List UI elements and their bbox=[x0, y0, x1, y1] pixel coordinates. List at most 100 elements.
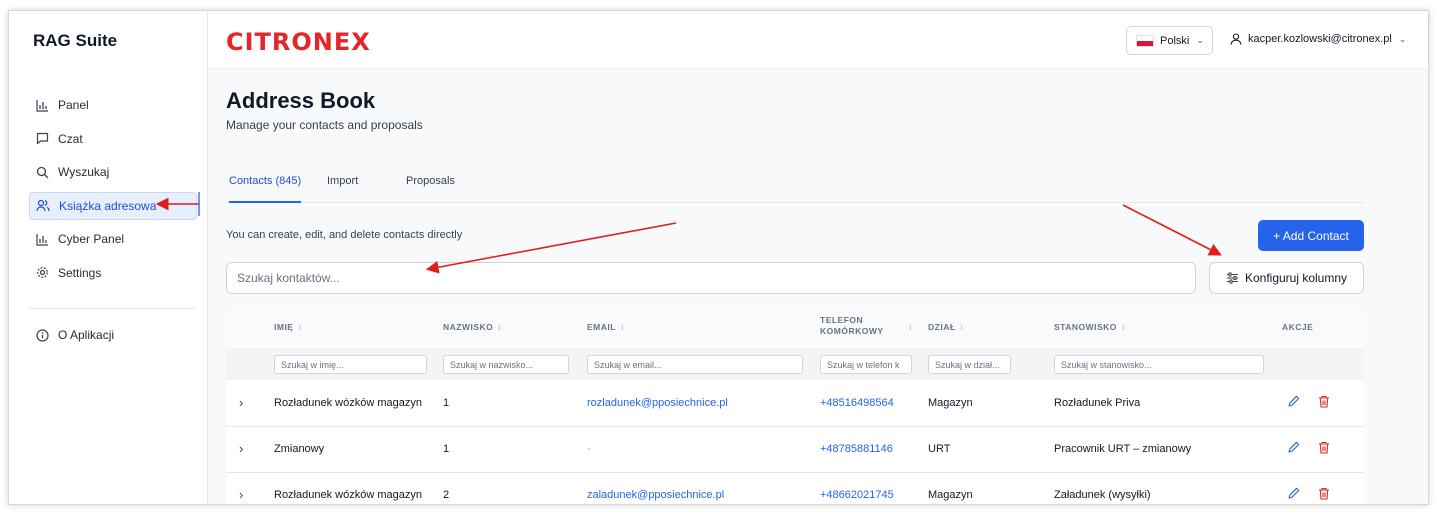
sidebar-item-label: Książka adresowa bbox=[59, 198, 157, 213]
search-icon bbox=[35, 165, 49, 179]
column-header-nazwisko[interactable]: NAZWISKO ↕ bbox=[443, 322, 502, 332]
sidebar-item-panel[interactable]: Panel bbox=[29, 91, 197, 119]
sidebar-item-label: Wyszukaj bbox=[58, 165, 110, 179]
chevron-down-icon: ⌄ bbox=[1196, 35, 1204, 45]
page-subtitle: Manage your contacts and proposals bbox=[226, 118, 423, 132]
cell-phone-link[interactable]: +48516498564 bbox=[820, 397, 894, 409]
contacts-table: IMIĘ ↕ NAZWISKO ↕ EMAIL ↕ TELEFON KOMÓRKOWY … bbox=[226, 306, 1364, 504]
sort-icon: ↕ bbox=[1120, 322, 1126, 332]
sort-icon: ↕ bbox=[497, 322, 503, 332]
cell-dzial: URT bbox=[928, 443, 951, 455]
cell-stanowisko: Załadunek (wysyłki) bbox=[1054, 489, 1151, 501]
tab-proposals[interactable]: Proposals bbox=[406, 175, 455, 203]
app-brand: RAG Suite bbox=[33, 31, 118, 50]
sidebar-item-wyszukaj[interactable]: Wyszukaj bbox=[29, 158, 197, 186]
user-icon bbox=[1230, 33, 1242, 45]
filter-dzial-input[interactable] bbox=[928, 355, 1011, 374]
chevron-down-icon: ⌄ bbox=[1398, 33, 1407, 44]
column-header-stanowisko[interactable]: STANOWISKO ↕ bbox=[1054, 322, 1126, 332]
user-email: kacper.kozlowski@citronex.pl bbox=[1248, 33, 1392, 45]
main-content: Address Book Manage your contacts and pr… bbox=[208, 69, 1428, 504]
cell-nazwisko: 1 bbox=[443, 397, 450, 409]
sidebar-item-settings[interactable]: Settings bbox=[29, 259, 197, 287]
delete-trash-icon[interactable] bbox=[1318, 487, 1330, 504]
language-label: Polski bbox=[1160, 34, 1190, 47]
sort-icon: ↕ bbox=[619, 322, 625, 332]
cell-dzial: Magazyn bbox=[928, 489, 973, 501]
column-header-akcje: AKCJE bbox=[1282, 322, 1314, 332]
table-row[interactable]: › Rozładunek wózków magazyn 2 zaladunek@… bbox=[226, 473, 1364, 504]
cell-phone-link[interactable]: +48785881146 bbox=[820, 443, 893, 455]
filter-email-input[interactable] bbox=[587, 355, 803, 374]
info-icon bbox=[35, 328, 49, 342]
configure-columns-button[interactable]: Konfiguruj kolumny bbox=[1209, 262, 1364, 294]
cell-dzial: Magazyn bbox=[928, 397, 973, 409]
company-logo: CITRONEX bbox=[226, 28, 371, 56]
cell-nazwisko: 1 bbox=[443, 443, 450, 455]
page-title: Address Book bbox=[226, 88, 376, 113]
delete-trash-icon[interactable] bbox=[1318, 441, 1330, 459]
column-header-dzial[interactable]: DZIAŁ ↕ bbox=[928, 322, 964, 332]
sliders-icon bbox=[1226, 272, 1239, 284]
sidebar: RAG Suite Panel Czat Wyszukaj Książka ad… bbox=[9, 11, 208, 504]
cell-stanowisko: Pracownik URT – zmianowy bbox=[1054, 443, 1192, 455]
column-header-imie[interactable]: IMIĘ ↕ bbox=[274, 322, 302, 332]
column-header-email[interactable]: EMAIL ↕ bbox=[587, 322, 625, 332]
bar-chart-icon bbox=[35, 98, 49, 112]
filter-nazwisko-input[interactable] bbox=[443, 355, 569, 374]
filter-row bbox=[226, 348, 1364, 380]
chevron-right-icon[interactable]: › bbox=[239, 441, 243, 456]
tab-contacts[interactable]: Contacts (845) bbox=[229, 175, 302, 203]
edit-pencil-icon[interactable] bbox=[1287, 395, 1300, 413]
sidebar-divider bbox=[29, 308, 195, 309]
bar-chart-icon bbox=[35, 232, 49, 246]
contacts-search-input[interactable] bbox=[226, 262, 1196, 294]
cell-stanowisko: Rozładunek Priva bbox=[1054, 397, 1141, 409]
cell-email-link[interactable]: rozladunek@pposiechnice.pl bbox=[587, 397, 728, 409]
sidebar-item-cyber-panel[interactable]: Cyber Panel bbox=[29, 225, 197, 253]
sort-icon: ↕ bbox=[908, 322, 913, 332]
cell-email-link[interactable]: zaladunek@pposiechnice.pl bbox=[587, 489, 724, 501]
table-row[interactable]: › Rozładunek wózków magazyn 1 rozladunek… bbox=[226, 381, 1364, 427]
contacts-hint: You can create, edit, and delete contact… bbox=[226, 229, 463, 241]
tab-import[interactable]: Import bbox=[327, 175, 358, 203]
column-header-telefon[interactable]: TELEFON KOMÓRKOWY bbox=[820, 315, 884, 337]
sidebar-item-label: Panel bbox=[58, 98, 89, 112]
table-row[interactable]: › Zmianowy 1 - +48785881146 URT Pracowni… bbox=[226, 427, 1364, 473]
sidebar-item-o-aplikacji[interactable]: O Aplikacji bbox=[29, 321, 197, 349]
cell-nazwisko: 2 bbox=[443, 489, 450, 501]
cell-phone-link[interactable]: +48662021745 bbox=[820, 489, 894, 501]
filter-stanowisko-input[interactable] bbox=[1054, 355, 1264, 374]
cell-imie: Zmianowy bbox=[274, 443, 325, 455]
chevron-right-icon[interactable]: › bbox=[239, 487, 243, 502]
sidebar-item-label: Cyber Panel bbox=[58, 232, 125, 246]
delete-trash-icon[interactable] bbox=[1318, 395, 1330, 413]
sort-icon: ↕ bbox=[297, 322, 303, 332]
sidebar-about: O Aplikacji bbox=[29, 321, 197, 355]
cell-email-empty: - bbox=[587, 443, 591, 455]
chat-icon bbox=[35, 132, 49, 146]
chevron-right-icon[interactable]: › bbox=[239, 395, 243, 410]
sidebar-item-label: Settings bbox=[58, 265, 102, 280]
sidebar-item-label: Czat bbox=[58, 131, 83, 146]
app-window: RAG Suite Panel Czat Wyszukaj Książka ad… bbox=[8, 10, 1429, 505]
filter-imie-input[interactable] bbox=[274, 355, 427, 374]
configure-columns-label: Konfiguruj kolumny bbox=[1244, 271, 1348, 285]
poland-flag-icon bbox=[1136, 34, 1154, 47]
add-contact-button[interactable]: + Add Contact bbox=[1258, 220, 1364, 251]
edit-pencil-icon[interactable] bbox=[1287, 441, 1300, 459]
tab-bar: Contacts (845) Import Proposals bbox=[226, 171, 1364, 203]
user-menu[interactable]: kacper.kozlowski@citronex.pl ⌄ bbox=[1230, 33, 1406, 45]
cell-imie: Rozładunek wózków magazyn bbox=[274, 489, 422, 501]
cell-imie: Rozładunek wózków magazyn bbox=[274, 397, 422, 409]
table-header: IMIĘ ↕ NAZWISKO ↕ EMAIL ↕ TELEFON KOMÓRKOWY … bbox=[226, 306, 1364, 348]
language-select[interactable]: Polski ⌄ bbox=[1126, 26, 1213, 55]
sidebar-nav: Panel Czat Wyszukaj Książka adresowa Cyb… bbox=[29, 91, 197, 292]
sidebar-item-ksiazka-adresowa[interactable]: Książka adresowa bbox=[29, 191, 197, 220]
filter-telefon-input[interactable] bbox=[820, 355, 912, 374]
gear-icon bbox=[35, 266, 49, 280]
top-bar: CITRONEX Polski ⌄ kacper.kozlowski@citro… bbox=[208, 11, 1428, 69]
edit-pencil-icon[interactable] bbox=[1287, 487, 1300, 504]
sidebar-item-czat[interactable]: Czat bbox=[29, 125, 197, 153]
sort-icon: ↕ bbox=[959, 322, 965, 332]
